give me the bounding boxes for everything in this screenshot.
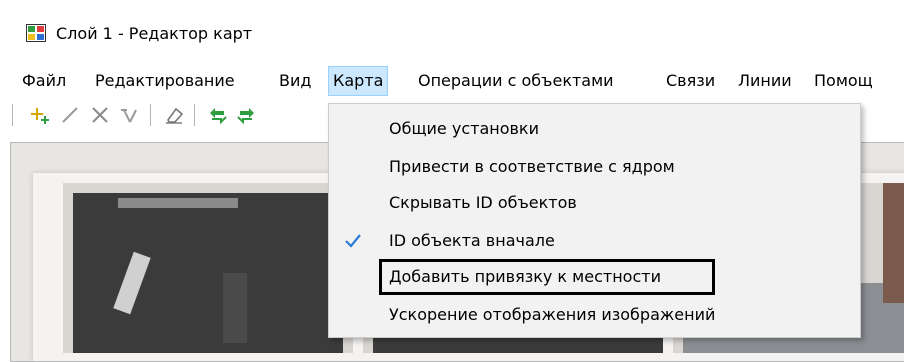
menu-item-label: ID объекта вначале <box>389 231 555 250</box>
menu-item-label: Скрывать ID объектов <box>389 193 577 212</box>
menu-item-hide-object-ids[interactable]: Скрывать ID объектов <box>329 185 860 221</box>
map-editor-window: Слой 1 - Редактор карт Файл Редактирован… <box>0 8 904 362</box>
menu-item-general-settings[interactable]: Общие установки <box>329 111 860 147</box>
menu-bar: Файл Редактирование Вид Карта Операции с… <box>0 66 904 96</box>
menu-view[interactable]: Вид <box>275 66 315 96</box>
redo-icon[interactable] <box>234 104 258 126</box>
window-title: Слой 1 - Редактор карт <box>56 24 253 43</box>
menu-file[interactable]: Файл <box>18 66 70 96</box>
add-point-icon[interactable] <box>28 104 52 126</box>
delete-icon[interactable] <box>88 104 112 126</box>
toolbar-separator <box>12 104 13 126</box>
menu-item-image-rendering-acceleration[interactable]: Ускорение отображения изображений <box>329 297 860 333</box>
menu-item-sync-with-core[interactable]: Привести в соответствие с ядром <box>329 149 860 185</box>
toolbar-separator <box>194 104 195 126</box>
menu-links[interactable]: Связи <box>662 66 719 96</box>
cropped-heading-strip <box>0 0 904 8</box>
menu-item-label: Ускорение отображения изображений <box>389 305 716 324</box>
map-menu-dropdown: Общие установки Привести в соответствие … <box>328 103 861 338</box>
eraser-icon[interactable] <box>162 104 186 126</box>
menu-item-object-id-first[interactable]: ID объекта вначале <box>329 223 860 259</box>
undo-icon[interactable] <box>206 104 230 126</box>
move-point-icon[interactable] <box>118 104 142 126</box>
toolbar-separator <box>150 104 151 126</box>
menu-item-label: Общие установки <box>389 119 539 138</box>
map-editor-app-icon <box>26 24 46 42</box>
highlight-frame <box>379 259 715 295</box>
title-bar: Слой 1 - Редактор карт <box>0 8 904 58</box>
menu-lines[interactable]: Линии <box>734 66 796 96</box>
menu-item-label: Привести в соответствие с ядром <box>389 157 675 176</box>
menu-edit[interactable]: Редактирование <box>91 66 239 96</box>
draw-line-icon[interactable] <box>58 104 82 126</box>
checkmark-icon <box>345 234 361 248</box>
menu-object-operations[interactable]: Операции с объектами <box>414 66 618 96</box>
menu-help[interactable]: Помощ <box>810 66 877 96</box>
menu-map[interactable]: Карта <box>328 66 389 96</box>
